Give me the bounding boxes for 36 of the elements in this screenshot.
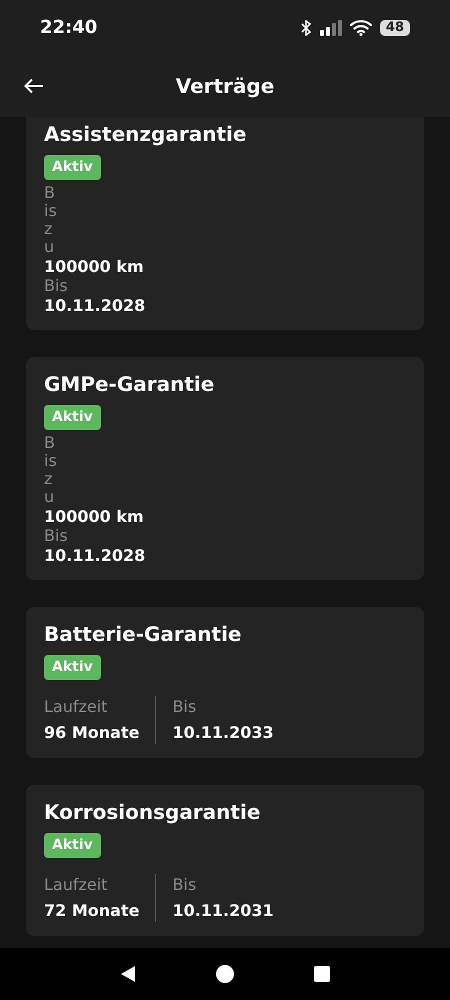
detail-label: Bis zu [44,184,58,256]
detail-value: 10.11.2033 [172,722,274,744]
detail-value: 72 Monate [44,900,140,922]
home-nav-button[interactable] [216,965,234,983]
square-icon [314,966,330,982]
detail-value: 100000 km [44,256,144,277]
detail-label: Laufzeit [44,874,108,896]
status-badge: Aktiv [44,405,101,430]
status-time: 22:40 [40,16,98,40]
detail-label: Laufzeit [44,696,108,718]
battery-indicator: 48 [380,20,410,36]
detail-label: Bis [172,874,198,896]
contract-title: Batterie-Garantie [44,621,242,647]
detail-label: Bis [172,696,198,718]
detail-value: 96 Monate [44,722,140,744]
contract-title: GMPe-Garantie [44,371,214,397]
detail-value: 10.11.2031 [172,900,274,922]
triangle-icon [120,965,136,983]
circle-icon [216,965,234,983]
detail-label: Bis [44,527,68,545]
status-badge: Aktiv [44,155,101,180]
back-arrow-icon [24,78,44,94]
status-badge: Aktiv [44,655,101,680]
wifi-icon [350,20,372,36]
back-nav-button[interactable] [120,965,136,983]
detail-label: Bis [44,277,68,295]
detail-label: Bis zu [44,434,58,506]
bluetooth-icon [300,20,312,36]
detail-value: 10.11.2028 [44,295,146,316]
contract-title: Assistenzgarantie [44,121,246,147]
status-badge: Aktiv [44,833,101,858]
contract-title: Korrosionsgarantie [44,799,260,825]
signal-icon [320,20,342,36]
page-title: Verträge [176,73,274,100]
detail-value: 10.11.2028 [44,545,146,566]
detail-value: 100000 km [44,506,144,527]
